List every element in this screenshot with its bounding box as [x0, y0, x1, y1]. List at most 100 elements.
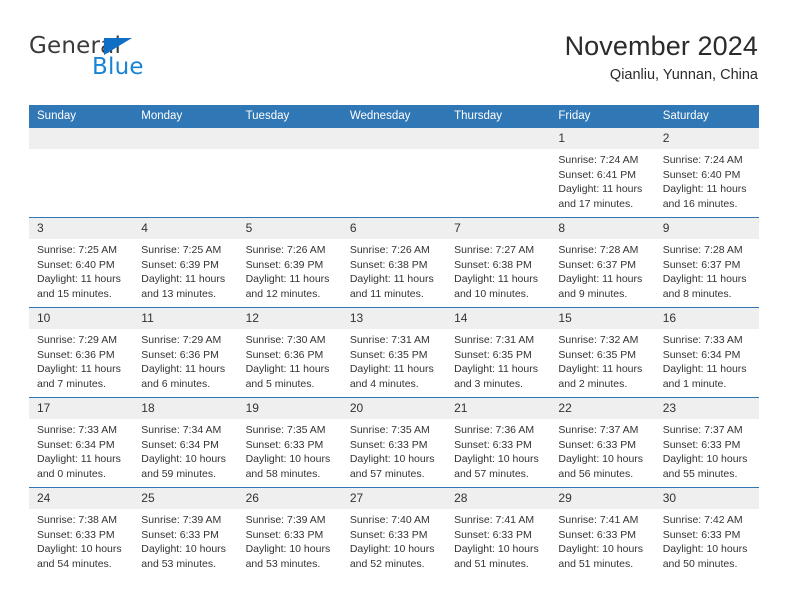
page-title: November 2024 [564, 31, 758, 61]
calendar-day-cell[interactable]: 12 Sunrise: 7:30 AM Sunset: 6:36 PM Dayligh… [237, 307, 342, 398]
calendar-day-cell[interactable]: 5 Sunrise: 7:26 AM Sunset: 6:39 PM Daylight… [237, 217, 342, 308]
calendar-day-cell[interactable]: 2 Sunrise: 7:24 AM Sunset: 6:40 PM Daylight… [654, 128, 759, 218]
daylight-text: Daylight: 11 hours and 0 minutes. [37, 453, 121, 480]
day-sun-info: Sunrise: 7:39 AM Sunset: 6:33 PM Daylight:… [133, 509, 237, 571]
calendar-day-cell[interactable]: 16 Sunrise: 7:33 AM Sunset: 6:34 PM Dayligh… [654, 307, 759, 398]
calendar-day-cell[interactable]: 30 Sunrise: 7:42 AM Sunset: 6:33 PM Dayligh… [654, 487, 759, 577]
calendar-day-cell[interactable]: 27 Sunrise: 7:40 AM Sunset: 6:33 PM Dayligh… [341, 487, 447, 577]
day-number: 23 [654, 398, 759, 419]
daylight-text: Daylight: 11 hours and 13 minutes. [141, 273, 226, 300]
day-sun-info: Sunrise: 7:41 AM Sunset: 6:33 PM Daylight:… [446, 509, 550, 571]
day-number: 13 [341, 308, 447, 329]
sunset-text: Sunset: 6:35 PM [454, 348, 532, 361]
calendar-day-cell[interactable]: 8 Sunrise: 7:28 AM Sunset: 6:37 PM Daylight… [550, 217, 655, 308]
day-number [133, 128, 238, 149]
calendar-day-cell[interactable]: 9 Sunrise: 7:28 AM Sunset: 6:37 PM Daylight… [654, 217, 759, 308]
sunset-text: Sunset: 6:35 PM [349, 348, 428, 361]
page-header: General Blue November 2024 Qianliu, Yunn… [29, 30, 758, 92]
sunset-text: Sunset: 6:40 PM [37, 258, 115, 271]
calendar-day-cell[interactable]: 23 Sunrise: 7:37 AM Sunset: 6:33 PM Dayligh… [654, 397, 759, 488]
sunrise-text: Sunrise: 7:29 AM [37, 334, 117, 346]
sunrise-text: Sunrise: 7:25 AM [141, 244, 222, 256]
day-sun-info: Sunrise: 7:37 AM Sunset: 6:33 PM Daylight:… [655, 419, 759, 481]
sunrise-text: Sunrise: 7:25 AM [37, 244, 117, 256]
calendar-day-cell[interactable]: 7 Sunrise: 7:27 AM Sunset: 6:38 PM Daylight… [446, 217, 551, 308]
calendar-table: Sunday Monday Tuesday Wednesday Thursday Frid… [29, 105, 759, 577]
calendar-day-cell[interactable]: 18 Sunrise: 7:34 AM Sunset: 6:34 PM Dayligh… [133, 397, 238, 488]
calendar-day-cell[interactable]: 21 Sunrise: 7:36 AM Sunset: 6:33 PM Dayligh… [446, 397, 551, 488]
calendar-day-cell[interactable]: 14 Sunrise: 7:31 AM Sunset: 6:35 PM Dayligh… [446, 307, 551, 398]
calendar-day-cell[interactable]: 11 Sunrise: 7:29 AM Sunset: 6:36 PM Dayligh… [133, 307, 238, 398]
calendar-day-cell[interactable]: 17 Sunrise: 7:33 AM Sunset: 6:34 PM Dayligh… [29, 397, 134, 488]
day-number: 12 [237, 308, 342, 329]
sunset-text: Sunset: 6:34 PM [37, 438, 115, 451]
sunrise-text: Sunrise: 7:40 AM [349, 514, 430, 526]
day-number: 25 [133, 488, 238, 509]
day-number: 30 [654, 488, 759, 509]
sunrise-text: Sunrise: 7:33 AM [662, 334, 743, 346]
calendar-day-cell[interactable]: 22 Sunrise: 7:37 AM Sunset: 6:33 PM Dayligh… [550, 397, 655, 488]
sunset-text: Sunset: 6:36 PM [141, 348, 219, 361]
calendar-day-cell[interactable]: 26 Sunrise: 7:39 AM Sunset: 6:33 PM Dayligh… [237, 487, 342, 577]
sunrise-text: Sunrise: 7:41 AM [454, 514, 535, 526]
calendar-day-cell[interactable]: 28 Sunrise: 7:41 AM Sunset: 6:33 PM Dayligh… [446, 487, 551, 577]
calendar-week-row: 17 Sunrise: 7:33 AM Sunset: 6:34 PM Dayligh… [29, 397, 759, 488]
calendar-day-cell[interactable]: 19 Sunrise: 7:35 AM Sunset: 6:33 PM Dayligh… [237, 397, 342, 488]
sunset-text: Sunset: 6:33 PM [662, 438, 741, 451]
daylight-text: Daylight: 11 hours and 16 minutes. [662, 183, 747, 210]
day-sun-info: Sunrise: 7:39 AM Sunset: 6:33 PM Daylight:… [238, 509, 342, 571]
sunrise-text: Sunrise: 7:32 AM [558, 334, 639, 346]
day-sun-info: Sunrise: 7:36 AM Sunset: 6:33 PM Daylight:… [446, 419, 550, 481]
calendar-day-cell[interactable]: 24 Sunrise: 7:38 AM Sunset: 6:33 PM Dayligh… [29, 487, 134, 577]
day-sun-info: Sunrise: 7:38 AM Sunset: 6:33 PM Daylight:… [29, 509, 133, 571]
weekday-header-saturday: Saturday [654, 105, 759, 128]
calendar-day-cell[interactable]: 25 Sunrise: 7:39 AM Sunset: 6:33 PM Dayligh… [133, 487, 238, 577]
daylight-text: Daylight: 11 hours and 5 minutes. [245, 363, 330, 390]
calendar-day-cell-empty [341, 128, 447, 218]
calendar-header-row: Sunday Monday Tuesday Wednesday Thursday Frid… [29, 105, 759, 128]
day-sun-info: Sunrise: 7:26 AM Sunset: 6:39 PM Daylight:… [238, 239, 342, 301]
calendar-day-cell[interactable]: 15 Sunrise: 7:32 AM Sunset: 6:35 PM Dayligh… [550, 307, 655, 398]
sunset-text: Sunset: 6:33 PM [454, 528, 532, 541]
sunrise-text: Sunrise: 7:30 AM [245, 334, 326, 346]
calendar-grid: Sunday Monday Tuesday Wednesday Thursday Frid… [29, 105, 759, 577]
daylight-text: Daylight: 10 hours and 58 minutes. [245, 453, 331, 480]
sunset-text: Sunset: 6:38 PM [349, 258, 428, 271]
sunrise-text: Sunrise: 7:28 AM [558, 244, 639, 256]
daylight-text: Daylight: 10 hours and 56 minutes. [558, 453, 644, 480]
sunrise-text: Sunrise: 7:31 AM [349, 334, 430, 346]
daylight-text: Daylight: 11 hours and 2 minutes. [558, 363, 643, 390]
calendar-week-row: 1 Sunrise: 7:24 AM Sunset: 6:41 PM Daylight… [29, 128, 759, 218]
sunrise-text: Sunrise: 7:42 AM [662, 514, 743, 526]
calendar-body: 1 Sunrise: 7:24 AM Sunset: 6:41 PM Daylight… [29, 128, 759, 577]
calendar-day-cell[interactable]: 10 Sunrise: 7:29 AM Sunset: 6:36 PM Dayligh… [29, 307, 134, 398]
daylight-text: Daylight: 10 hours and 59 minutes. [141, 453, 226, 480]
calendar-day-cell[interactable]: 4 Sunrise: 7:25 AM Sunset: 6:39 PM Daylight… [133, 217, 238, 308]
title-block: November 2024 Qianliu, Yunnan, China [565, 30, 758, 84]
sunset-text: Sunset: 6:33 PM [558, 528, 637, 541]
calendar-day-cell[interactable]: 3 Sunrise: 7:25 AM Sunset: 6:40 PM Daylight… [29, 217, 134, 308]
day-number: 28 [446, 488, 551, 509]
calendar-day-cell[interactable]: 20 Sunrise: 7:35 AM Sunset: 6:33 PM Dayligh… [341, 397, 447, 488]
sunset-text: Sunset: 6:33 PM [454, 438, 532, 451]
daylight-text: Daylight: 10 hours and 55 minutes. [662, 453, 748, 480]
calendar-day-cell-empty [237, 128, 342, 218]
logo-text-blue: Blue [92, 54, 144, 80]
daylight-text: Daylight: 10 hours and 53 minutes. [141, 543, 226, 570]
day-number: 26 [237, 488, 342, 509]
day-sun-info: Sunrise: 7:33 AM Sunset: 6:34 PM Daylight:… [655, 329, 759, 391]
daylight-text: Daylight: 11 hours and 10 minutes. [454, 273, 538, 300]
sunrise-text: Sunrise: 7:24 AM [558, 154, 639, 166]
calendar-day-cell[interactable]: 6 Sunrise: 7:26 AM Sunset: 6:38 PM Daylight… [341, 217, 447, 308]
day-sun-info: Sunrise: 7:30 AM Sunset: 6:36 PM Daylight:… [238, 329, 342, 391]
day-number: 15 [550, 308, 655, 329]
daylight-text: Daylight: 10 hours and 52 minutes. [349, 543, 435, 570]
calendar-day-cell[interactable]: 29 Sunrise: 7:41 AM Sunset: 6:33 PM Dayligh… [550, 487, 655, 577]
day-number [341, 128, 447, 149]
daylight-text: Daylight: 11 hours and 9 minutes. [558, 273, 643, 300]
calendar-day-cell[interactable]: 13 Sunrise: 7:31 AM Sunset: 6:35 PM Dayligh… [341, 307, 447, 398]
day-number: 10 [29, 308, 134, 329]
sunset-text: Sunset: 6:33 PM [245, 528, 324, 541]
calendar-day-cell[interactable]: 1 Sunrise: 7:24 AM Sunset: 6:41 PM Daylight… [550, 128, 655, 218]
general-blue-logo[interactable]: General Blue [29, 33, 259, 89]
